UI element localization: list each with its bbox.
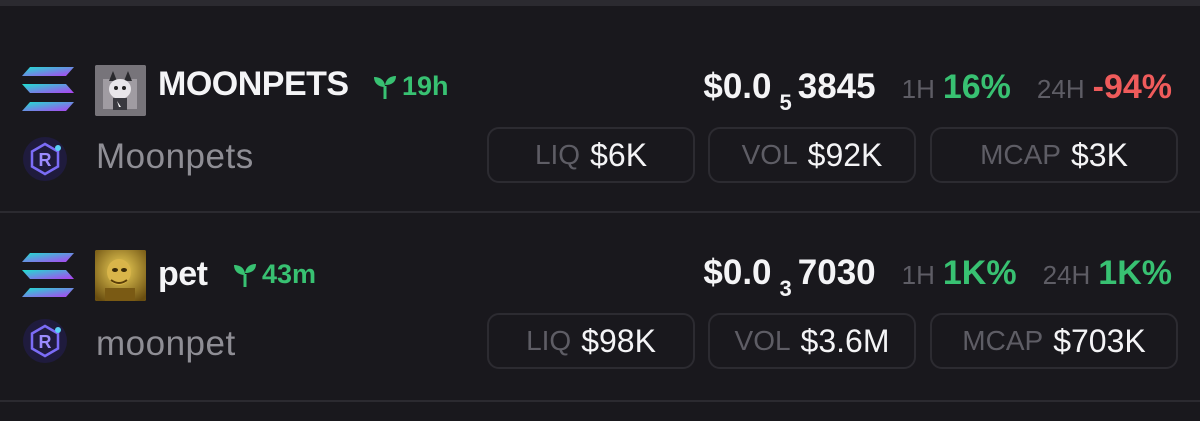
token-name: Moonpets [96,137,254,176]
change-24h-value: 1K% [1098,254,1172,292]
token-symbol: MOONPETS [158,65,349,103]
seedling-icon [234,263,256,287]
token-avatar [95,250,146,301]
volume-stat: VOL $3.6M [708,313,916,369]
raydium-icon: R [23,137,67,181]
token-price: $0.0 3 7030 [703,253,876,301]
price-change-block: $0.0 3 7030 1H 1K% 24H 1K% [703,253,1172,301]
change-24h-label: 24H [1042,260,1091,290]
token-age: 19h [372,71,449,102]
market-cap-stat: MCAP $3K [930,127,1178,183]
liquidity-stat: LIQ $6K [487,127,695,183]
token-age: 43m [232,259,316,290]
market-cap-stat: MCAP $703K [930,313,1178,369]
row-divider [0,400,1200,402]
price-change-block: $0.0 5 3845 1H 16% 24H -94% [703,67,1172,115]
seedling-icon [374,75,396,99]
token-price: $0.0 5 3845 [703,67,876,115]
svg-text:R: R [39,150,52,170]
row-divider [0,211,1200,213]
solana-icon [22,253,74,297]
change-1h-value: 1K% [942,254,1017,292]
raydium-icon: R [23,319,67,363]
top-divider [0,0,1200,6]
change-24h-value: -94% [1092,68,1172,106]
token-row[interactable]: MOONPETS 19h R Moonpets $0.0 5 3845 1H 1… [0,55,1200,235]
volume-stat: VOL $92K [708,127,916,183]
change-1h-label: 1H [901,260,935,290]
svg-text:R: R [39,332,52,352]
price-zero-count: 3 [779,276,792,301]
change-24h-label: 24H [1036,74,1085,104]
token-row[interactable]: pet 43m R moonpet $0.0 3 7030 1H 1K% 24H… [0,241,1200,421]
solana-icon [22,67,74,111]
price-zero-count: 5 [779,90,792,115]
change-1h-label: 1H [901,74,935,104]
change-1h-value: 16% [942,68,1011,106]
token-avatar [95,65,146,116]
token-symbol: pet [158,255,208,293]
token-name: moonpet [96,324,236,363]
liquidity-stat: LIQ $98K [487,313,695,369]
